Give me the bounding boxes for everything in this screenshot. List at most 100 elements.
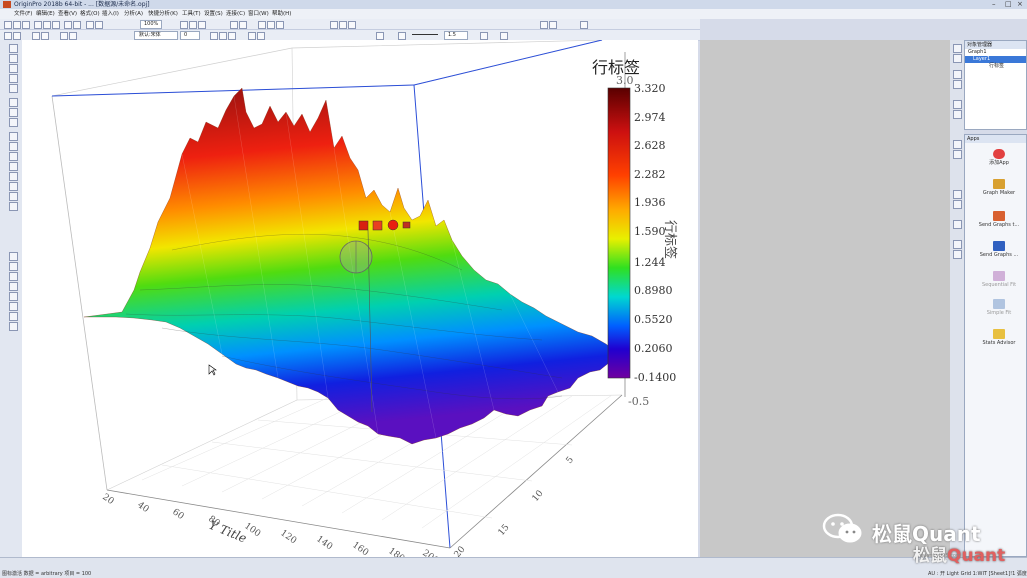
mesh-icon[interactable] — [953, 220, 962, 229]
underline-icon[interactable] — [228, 32, 236, 40]
graph-tool-icon[interactable] — [953, 44, 962, 53]
rotate-left-icon[interactable] — [953, 70, 962, 79]
3d-surface-graph[interactable]: 20 40 60 80 100 120 140 160 180 200 Y Ti… — [22, 39, 698, 566]
fill-color-icon[interactable] — [376, 32, 384, 40]
font-size-select[interactable]: 0 — [180, 31, 200, 40]
menu-file[interactable]: 文件(F) — [14, 9, 32, 19]
rotate-tool-icon[interactable] — [9, 64, 18, 73]
ellipse-icon[interactable] — [9, 172, 18, 181]
annotation-icon[interactable] — [9, 282, 18, 291]
data-reader-icon[interactable] — [9, 98, 18, 107]
tilt-up-icon[interactable] — [953, 100, 962, 109]
new-project-icon[interactable] — [4, 21, 12, 29]
column-y-icon[interactable] — [339, 21, 347, 29]
font-select[interactable]: 默认:宋体 — [134, 31, 178, 40]
find-icon[interactable] — [580, 21, 588, 29]
column-x-icon[interactable] — [330, 21, 338, 29]
import-icon[interactable] — [64, 21, 72, 29]
scale-down-icon[interactable] — [953, 250, 962, 259]
maximize-icon[interactable]: □ — [1005, 0, 1012, 9]
fill-icon[interactable] — [953, 200, 962, 209]
close-icon[interactable]: × — [1017, 0, 1023, 9]
app-send-graphs-word[interactable]: Send Graphs ... — [975, 241, 1023, 258]
app-sequential-fit[interactable]: Sequential Fit — [975, 271, 1023, 288]
tree-plot-item[interactable]: 行标签 — [965, 63, 1026, 70]
text-tool-icon[interactable] — [13, 32, 21, 40]
rectangle-icon[interactable] — [9, 162, 18, 171]
surface-tool-icon[interactable] — [953, 54, 962, 63]
rotate-right-icon[interactable] — [953, 80, 962, 89]
menu-tools[interactable]: 工具(T) — [182, 9, 201, 19]
bold-icon[interactable] — [210, 32, 218, 40]
line-width-select[interactable]: 1.5 — [444, 31, 468, 40]
open-icon[interactable] — [13, 21, 21, 29]
app-center-icon[interactable] — [540, 21, 548, 29]
tree-layer1[interactable]: Layer1 — [965, 56, 1026, 63]
pointer-tool-icon[interactable] — [9, 44, 18, 53]
text-icon[interactable] — [9, 132, 18, 141]
column-z-icon[interactable] — [348, 21, 356, 29]
new-matrix-icon[interactable] — [52, 21, 60, 29]
perspective-icon[interactable] — [953, 140, 962, 149]
app-simple-fit[interactable]: Simple Fit — [975, 299, 1023, 316]
rect-tool-icon[interactable] — [60, 32, 68, 40]
layer-icon[interactable] — [230, 21, 238, 29]
menu-view[interactable]: 查看(V) — [58, 9, 77, 19]
subscript-icon[interactable] — [257, 32, 265, 40]
superscript-icon[interactable] — [248, 32, 256, 40]
arrow-icon[interactable] — [9, 142, 18, 151]
app-graph-maker[interactable]: Graph Maker — [975, 179, 1023, 196]
line-icon[interactable] — [9, 152, 18, 161]
results-log-icon[interactable] — [180, 21, 188, 29]
project-explorer-icon[interactable] — [9, 312, 18, 321]
app-stats-advisor[interactable]: Stats Advisor — [975, 329, 1023, 346]
group-icon[interactable] — [9, 302, 18, 311]
new-workbook-icon[interactable] — [34, 21, 42, 29]
arrow-tool-icon[interactable] — [41, 32, 49, 40]
pan-tool-icon[interactable] — [9, 74, 18, 83]
data-cursor-icon[interactable] — [9, 108, 18, 117]
print-icon[interactable] — [73, 21, 81, 29]
app-add[interactable]: 添加App — [975, 149, 1023, 166]
arrowhead-icon[interactable] — [500, 32, 508, 40]
scale-tool-icon[interactable] — [9, 84, 18, 93]
mask-icon[interactable] — [9, 262, 18, 271]
marker-icon[interactable] — [9, 202, 18, 211]
zoom-select[interactable]: 100% — [140, 20, 163, 29]
polygon-icon[interactable] — [9, 182, 18, 191]
pattern-icon[interactable] — [480, 32, 488, 40]
scale-up-icon[interactable] — [953, 240, 962, 249]
circle-tool-icon[interactable] — [69, 32, 77, 40]
messages-icon[interactable] — [9, 322, 18, 331]
graph-window[interactable]: 20 40 60 80 100 120 140 160 180 200 Y Ti… — [22, 39, 698, 566]
minimize-icon[interactable]: – — [992, 0, 996, 9]
layer-title-icon[interactable] — [276, 21, 284, 29]
new-graph-icon[interactable] — [43, 21, 51, 29]
color-scale-bar[interactable] — [607, 87, 631, 379]
move-handle-icon[interactable] — [358, 220, 369, 231]
refresh-icon[interactable] — [86, 21, 94, 29]
menu-insert[interactable]: 插入(I) — [102, 9, 119, 19]
tilt-handle-icon[interactable] — [402, 221, 411, 229]
menu-quick-analysis[interactable]: 快捷分析(K) — [148, 9, 178, 19]
app-send-graphs-ppt[interactable]: Send Graphs t... — [975, 211, 1023, 228]
menu-window[interactable]: 窗口(W) — [248, 9, 269, 19]
palette-icon[interactable] — [9, 252, 18, 261]
menu-format[interactable]: 格式(O) — [80, 9, 100, 19]
italic-icon[interactable] — [219, 32, 227, 40]
menu-analysis[interactable]: 分析(A) — [124, 9, 143, 19]
zoom-tool-icon[interactable] — [9, 54, 18, 63]
add-colorscale-icon[interactable] — [267, 21, 275, 29]
save-icon[interactable] — [22, 21, 30, 29]
reset-view-icon[interactable] — [953, 150, 962, 159]
draw-data-icon[interactable] — [9, 272, 18, 281]
menu-edit[interactable]: 编辑(E) — [36, 9, 55, 19]
menu-connect[interactable]: 连接(C) — [226, 9, 245, 19]
data-selector-icon[interactable] — [9, 118, 18, 127]
region-icon[interactable] — [9, 192, 18, 201]
rescale-icon[interactable] — [258, 21, 266, 29]
script-window-icon[interactable] — [189, 21, 197, 29]
menu-settings[interactable]: 设置(S) — [204, 9, 223, 19]
lighting-icon[interactable] — [953, 190, 962, 199]
rotate-handle-icon[interactable] — [387, 219, 399, 231]
